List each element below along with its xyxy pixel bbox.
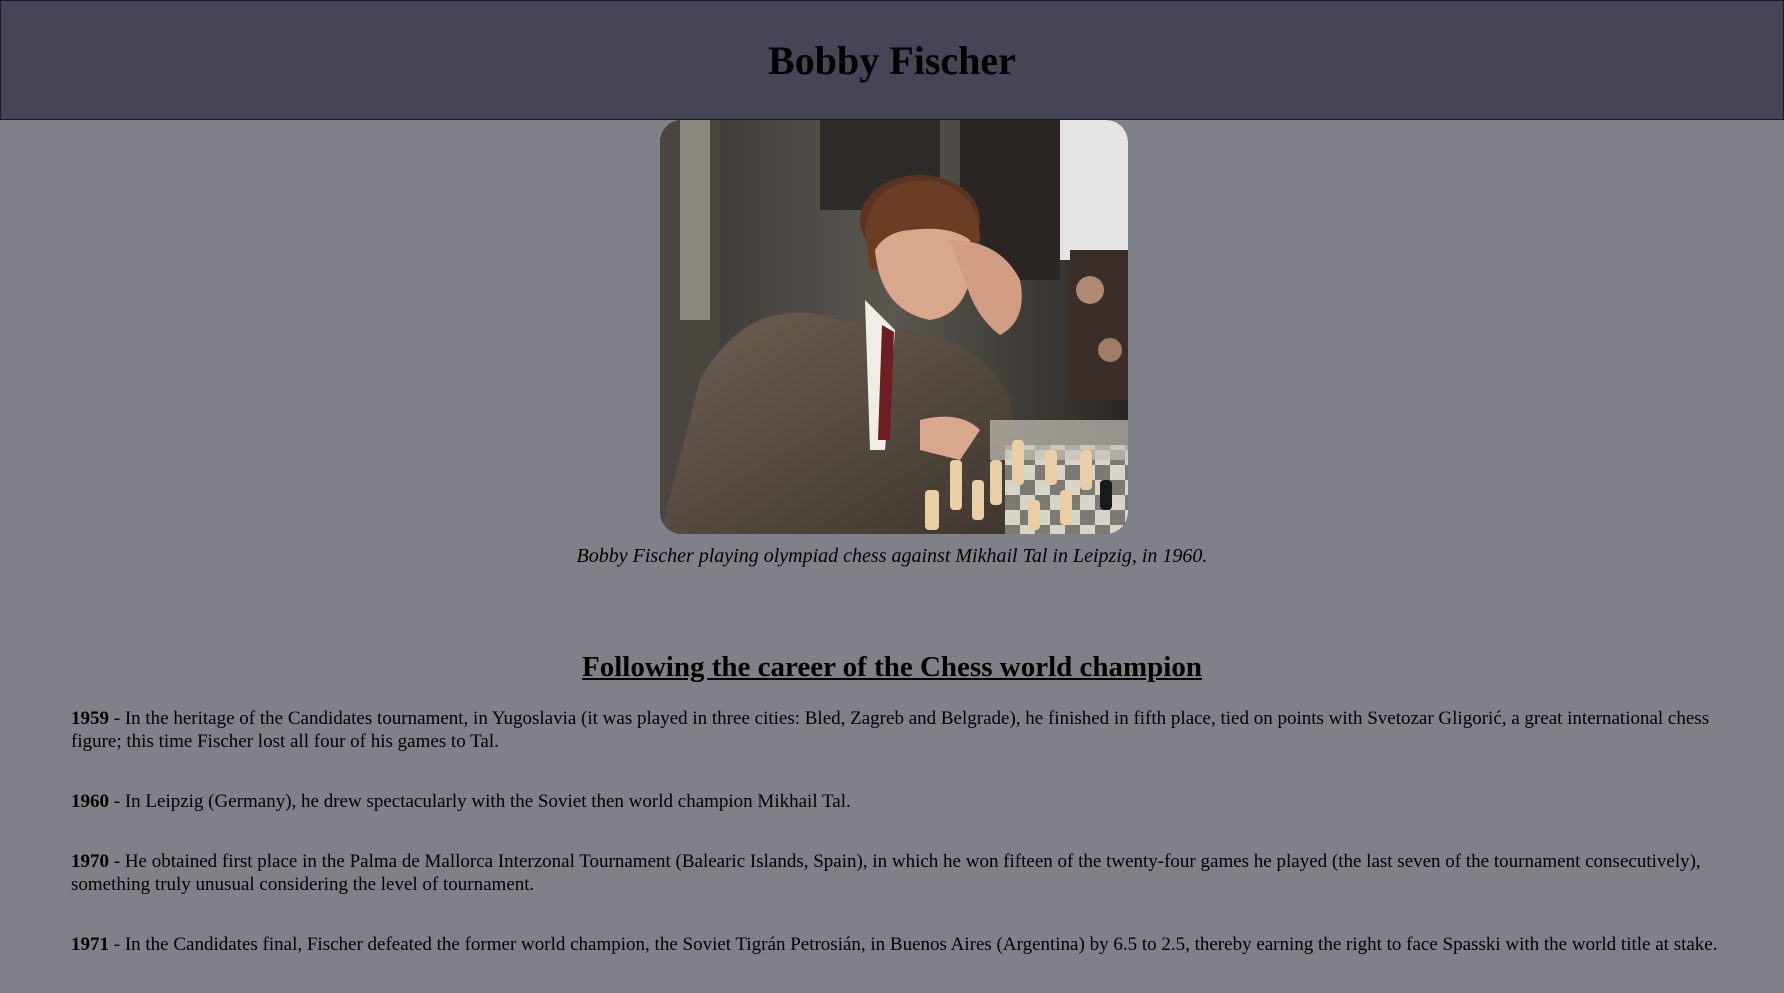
timeline-entry: 1960 - In Leipzig (Germany), he drew spe… [71, 790, 1751, 813]
entry-year: 1970 [71, 851, 109, 872]
photo-caption: Bobby Fischer playing olympiad chess aga… [576, 545, 1208, 567]
entry-text: In the heritage of the Candidates tourna… [71, 708, 1710, 752]
career-timeline: 1959 - In the heritage of the Candidates… [71, 707, 1751, 993]
timeline-entry: 1971 - In the Candidates final, Fischer … [71, 933, 1751, 956]
entry-year: 1971 [71, 934, 109, 955]
entry-separator: - [109, 791, 125, 812]
career-heading: Following the career of the Chess world … [582, 651, 1202, 683]
entry-year: 1960 [71, 791, 109, 812]
entry-text: In Leipzig (Germany), he drew spectacula… [124, 791, 851, 812]
entry-text: He obtained first place in the Palma de … [71, 851, 1701, 895]
timeline-entry: 1959 - In the heritage of the Candidates… [71, 707, 1751, 753]
entry-separator: - [109, 934, 125, 955]
timeline-entry: 1970 - He obtained first place in the Pa… [71, 850, 1751, 896]
chess-player-photo [660, 120, 1128, 534]
page-title: Bobby Fischer [768, 37, 1016, 83]
entry-separator: - [109, 708, 125, 729]
page-header: Bobby Fischer [0, 0, 1784, 120]
entry-separator: - [109, 851, 125, 872]
entry-text: In the Candidates final, Fischer defeate… [124, 934, 1718, 955]
entry-year: 1959 [71, 708, 109, 729]
